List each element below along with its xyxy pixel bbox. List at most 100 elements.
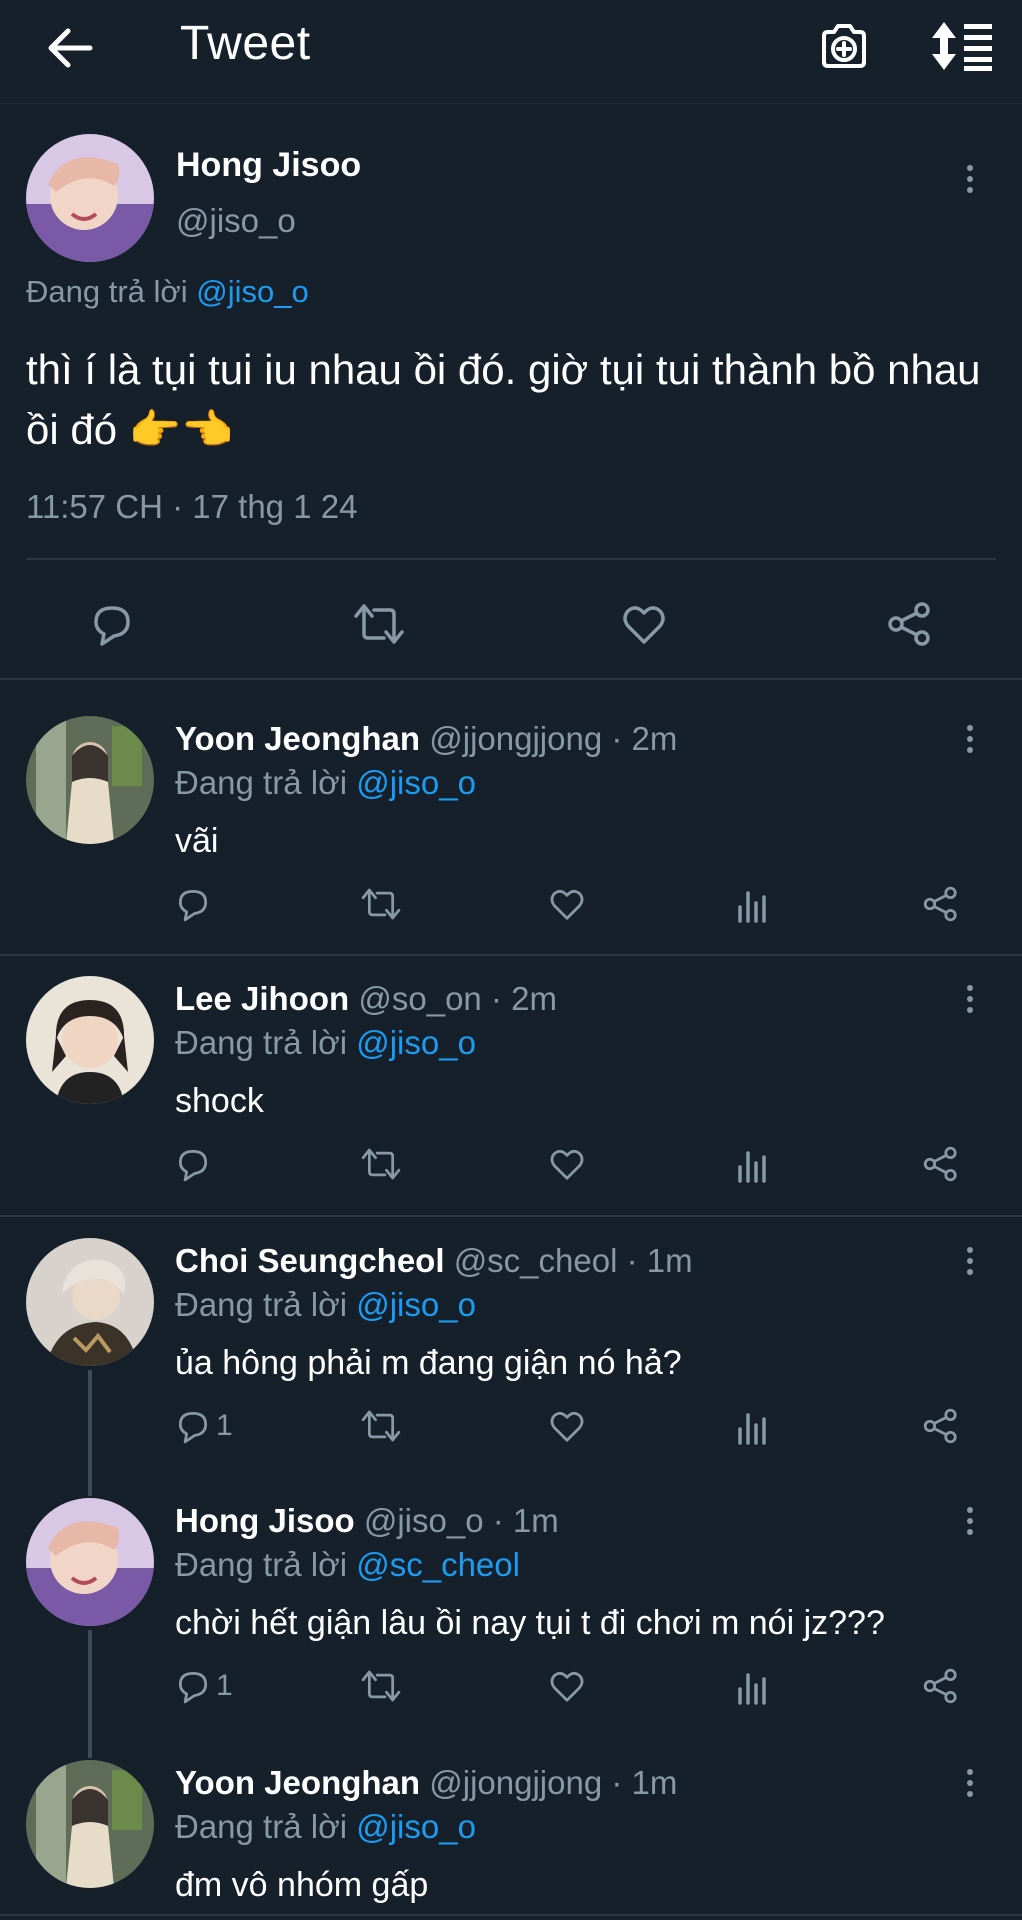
author-handle[interactable]: @jiso_o	[176, 202, 296, 240]
more-options-icon[interactable]	[960, 162, 980, 198]
retweet-icon	[361, 1670, 401, 1702]
reply-icon	[178, 1671, 208, 1704]
reply-tweet[interactable]: Lee Jihoon @so_on · 2m Đang trả lời @jis…	[0, 946, 1022, 1214]
replying-label: Đang trả lời	[175, 1024, 348, 1061]
mention-link[interactable]: @jiso_o	[196, 274, 308, 309]
more-options-icon[interactable]	[960, 722, 980, 758]
like-button[interactable]	[548, 1658, 586, 1714]
replying-to: Đang trả lời @sc_cheol	[175, 1546, 520, 1584]
replying-to: Đang trả lời @jiso_o	[26, 274, 309, 310]
reply-button[interactable]	[174, 1136, 216, 1192]
analytics-button[interactable]	[736, 876, 770, 932]
tweet-text: đm vô nhóm gấp	[175, 1866, 429, 1904]
more-options-icon[interactable]	[960, 1244, 980, 1280]
tweet-text: vãi	[175, 822, 219, 860]
retweet-button[interactable]	[360, 1398, 402, 1454]
share-button[interactable]	[922, 1398, 960, 1454]
retweet-button[interactable]	[360, 1658, 402, 1714]
avatar[interactable]	[26, 716, 154, 844]
author-name[interactable]: Yoon Jeonghan	[175, 1764, 420, 1801]
author-handle[interactable]: @jiso_o	[364, 1502, 484, 1539]
replying-label: Đang trả lời	[26, 274, 188, 309]
avatar[interactable]	[26, 1238, 154, 1366]
mention-link[interactable]: @sc_cheol	[356, 1546, 520, 1583]
reply-icon	[178, 1149, 208, 1182]
reply-tweet[interactable]: Choi Seungcheol @sc_cheol · 1m Đang trả …	[0, 1208, 1022, 1468]
analytics-button[interactable]	[736, 1136, 770, 1192]
retweet-icon[interactable]	[352, 600, 406, 648]
author-handle[interactable]: @jjongjjong	[429, 720, 602, 757]
retweet-icon	[361, 888, 401, 920]
avatar[interactable]	[26, 1498, 154, 1626]
author-name[interactable]: Hong Jisoo	[176, 146, 361, 185]
mention-link[interactable]: @jiso_o	[356, 764, 476, 801]
replying-to: Đang trả lời @jiso_o	[175, 764, 476, 802]
action-bar: 1	[160, 1658, 980, 1714]
author-name[interactable]: Lee Jihoon	[175, 980, 349, 1017]
analytics-icon	[738, 891, 766, 923]
analytics-icon	[738, 1413, 766, 1445]
author-handle[interactable]: @sc_cheol	[454, 1242, 618, 1279]
tweet-text: ủa hông phải m đang giận nó hả?	[175, 1344, 682, 1382]
retweet-icon	[361, 1410, 401, 1442]
replying-label: Đang trả lời	[175, 1546, 348, 1583]
divider	[0, 1914, 1022, 1916]
tweet-text: shock	[175, 1082, 264, 1120]
author-name[interactable]: Choi Seungcheol	[175, 1242, 445, 1279]
like-button[interactable]	[548, 876, 586, 932]
analytics-icon	[738, 1151, 766, 1183]
share-icon[interactable]	[886, 600, 934, 648]
tweet-text: thì í là tụi tui iu nhau ồi đó. giờ tụi …	[26, 346, 981, 453]
tweet-text: chời hết giận lâu ồi nay tụi t đi chơi m…	[175, 1604, 885, 1642]
divider	[26, 558, 996, 560]
share-icon	[923, 886, 957, 922]
avatar[interactable]	[26, 976, 154, 1104]
mention-link[interactable]: @jiso_o	[356, 1808, 476, 1845]
post-time: · 1m	[492, 1502, 559, 1539]
analytics-button[interactable]	[736, 1398, 770, 1454]
avatar[interactable]	[26, 134, 154, 262]
reply-button[interactable]: 1	[174, 1658, 233, 1714]
replying-label: Đang trả lời	[175, 1808, 348, 1845]
reply-count: 1	[216, 1409, 233, 1442]
action-bar: 1	[160, 1398, 980, 1454]
top-bar: Tweet	[0, 0, 1022, 104]
like-button[interactable]	[548, 1136, 586, 1192]
author-name[interactable]: Hong Jisoo	[175, 1502, 355, 1539]
divider	[0, 678, 1022, 680]
avatar[interactable]	[26, 1760, 154, 1888]
author-handle[interactable]: @jjongjjong	[429, 1764, 602, 1801]
replying-to: Đang trả lời @jiso_o	[175, 1808, 476, 1846]
reply-icon	[178, 1411, 208, 1444]
reply-icon[interactable]	[88, 600, 136, 648]
author-name[interactable]: Yoon Jeonghan	[175, 720, 420, 757]
camera-plus-icon[interactable]	[818, 20, 870, 72]
reply-button[interactable]: 1	[174, 1398, 233, 1454]
share-button[interactable]	[922, 1658, 960, 1714]
reply-count: 1	[216, 1669, 233, 1702]
reply-tweet[interactable]: Yoon Jeonghan @jjongjjong · 1m Đang trả …	[0, 1730, 1022, 1920]
more-options-icon[interactable]	[960, 1504, 980, 1540]
retweet-button[interactable]	[360, 876, 402, 932]
like-button[interactable]	[548, 1398, 586, 1454]
reply-tweet[interactable]: Yoon Jeonghan @jjongjjong · 2m Đang trả …	[0, 686, 1022, 954]
replying-label: Đang trả lời	[175, 764, 348, 801]
mention-link[interactable]: @jiso_o	[356, 1286, 476, 1323]
share-button[interactable]	[922, 1136, 960, 1192]
more-options-icon[interactable]	[960, 982, 980, 1018]
reply-button[interactable]	[174, 876, 216, 932]
like-icon[interactable]	[620, 600, 668, 648]
arrow-left-icon[interactable]	[44, 22, 96, 74]
reply-header: Yoon Jeonghan @jjongjjong · 1m	[175, 1764, 677, 1802]
sort-icon[interactable]	[930, 20, 994, 72]
share-button[interactable]	[922, 876, 960, 932]
mention-link[interactable]: @jiso_o	[356, 1024, 476, 1061]
replying-to: Đang trả lời @jiso_o	[175, 1286, 476, 1324]
retweet-icon	[361, 1148, 401, 1180]
reply-tweet[interactable]: Hong Jisoo @jiso_o · 1m Đang trả lời @sc…	[0, 1468, 1022, 1730]
main-action-bar	[0, 572, 1022, 676]
author-handle[interactable]: @so_on	[358, 980, 481, 1017]
more-options-icon[interactable]	[960, 1766, 980, 1802]
retweet-button[interactable]	[360, 1136, 402, 1192]
analytics-button[interactable]	[736, 1658, 770, 1714]
